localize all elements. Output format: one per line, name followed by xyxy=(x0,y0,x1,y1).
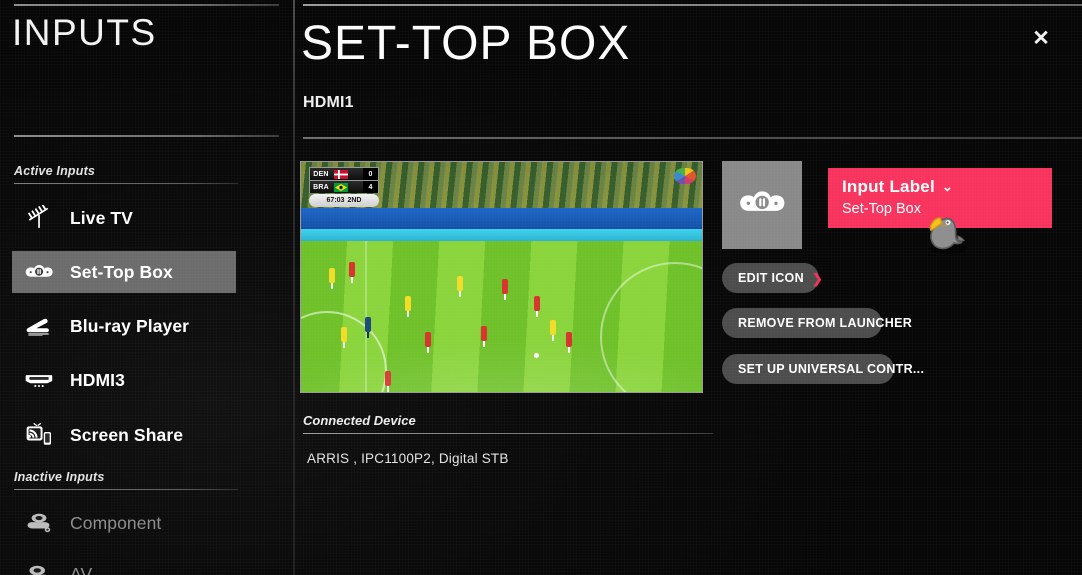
input-label-dropdown[interactable]: Input Label ⌄ Set-Top Box xyxy=(828,168,1052,228)
main-top-divider xyxy=(303,4,1082,6)
team-score: 0 xyxy=(363,168,378,180)
player xyxy=(501,279,508,294)
broadcaster-logo-icon xyxy=(674,168,696,184)
match-clock: 67:03 xyxy=(326,197,345,204)
sidebar-item-label: Set-Top Box xyxy=(70,261,173,282)
sidebar-top-divider xyxy=(14,4,279,6)
scoreboard: DEN 0 BRA 4 67:03 2ND xyxy=(309,167,379,207)
match-period: 2ND xyxy=(347,197,362,204)
player xyxy=(565,331,572,347)
antenna-icon xyxy=(24,205,54,231)
sidebar-item-screen-share[interactable]: Screen Share xyxy=(12,414,236,456)
sidebar-item-set-top-box[interactable]: Set-Top Box xyxy=(12,251,236,293)
denmark-flag-icon xyxy=(334,169,348,179)
sidebar-item-hdmi3[interactable]: HDMI3 xyxy=(12,359,236,401)
page-subtitle: HDMI1 xyxy=(303,94,354,111)
player xyxy=(405,295,412,311)
input-icon-tile[interactable] xyxy=(722,161,802,249)
connected-device-divider xyxy=(303,433,713,434)
player xyxy=(533,295,540,311)
inputs-settings-screen: INPUTS Active Inputs Live TV Set-Top Box… xyxy=(0,0,1082,575)
team-code: BRA xyxy=(313,183,329,191)
set-up-universal-control-button[interactable]: SET UP UNIVERSAL CONTR... xyxy=(722,354,924,384)
connected-device-value: ARRIS , IPC1100P2, Digital STB xyxy=(307,451,509,466)
sidebar-middle-divider xyxy=(14,135,279,137)
button-label: REMOVE FROM LAUNCHER xyxy=(738,316,913,330)
sidebar-item-av[interactable]: AV xyxy=(12,553,236,575)
scoreboard-clock: 67:03 2ND xyxy=(309,194,379,207)
hdmi-port-icon xyxy=(24,367,54,393)
player xyxy=(425,331,432,347)
input-label-title: Input Label xyxy=(842,177,935,196)
page-title: SET-TOP BOX xyxy=(301,17,631,70)
close-icon[interactable]: ✕ xyxy=(1027,24,1055,52)
sidebar-item-component[interactable]: Component xyxy=(12,502,236,544)
scoreboard-row-team2: BRA 4 xyxy=(309,180,379,193)
input-label-value: Set-Top Box xyxy=(842,201,921,217)
inactive-inputs-heading: Inactive Inputs xyxy=(14,470,105,484)
sidebar-item-label: Screen Share xyxy=(70,424,184,445)
chevron-right-icon: ❯ xyxy=(811,270,823,286)
football-pitch xyxy=(301,241,702,392)
referee xyxy=(365,316,372,332)
sidebar-item-label: AV xyxy=(70,563,93,575)
sidebar-item-blu-ray-player[interactable]: Blu-ray Player xyxy=(12,305,236,347)
chevron-down-icon: ⌄ xyxy=(941,179,953,194)
component-cable-icon xyxy=(24,510,54,536)
live-video-preview[interactable]: DEN 0 BRA 4 67:03 2ND xyxy=(300,161,703,393)
sidebar-item-label: Blu-ray Player xyxy=(70,315,190,336)
scoreboard-row-team1: DEN 0 xyxy=(309,167,379,180)
player xyxy=(349,262,356,278)
sidebar-item-live-tv[interactable]: Live TV xyxy=(12,197,236,239)
sidebar-item-label: Live TV xyxy=(70,207,133,228)
active-inputs-divider xyxy=(14,183,238,184)
edit-icon-button[interactable]: EDIT ICON ❯ xyxy=(722,263,823,293)
inactive-inputs-divider xyxy=(14,489,238,490)
connected-device-heading: Connected Device xyxy=(303,413,416,428)
sidebar: INPUTS Active Inputs Live TV Set-Top Box… xyxy=(0,0,293,575)
football xyxy=(533,352,539,358)
main-content: SET-TOP BOX HDMI1 ✕ DEN 0 BRA 4 67:03 2N… xyxy=(295,0,1082,575)
av-cable-icon xyxy=(24,561,54,575)
brazil-flag-icon xyxy=(334,182,348,192)
team-code: DEN xyxy=(313,170,329,178)
screen-share-icon xyxy=(24,422,54,448)
button-label: EDIT ICON xyxy=(738,271,804,285)
player xyxy=(329,268,336,284)
player xyxy=(341,327,348,343)
pitch-line xyxy=(365,241,368,392)
player xyxy=(481,325,488,341)
sidebar-item-label: HDMI3 xyxy=(70,369,125,390)
active-inputs-heading: Active Inputs xyxy=(14,164,96,178)
sidebar-item-label: Component xyxy=(70,512,162,533)
player xyxy=(385,370,392,386)
pitch-arc-right xyxy=(600,262,702,392)
set-top-box-icon xyxy=(24,259,54,285)
button-label: SET UP UNIVERSAL CONTR... xyxy=(738,362,925,376)
player xyxy=(457,275,464,291)
pitch-arc-left xyxy=(301,310,387,392)
advertising-board-lower xyxy=(301,228,702,242)
sidebar-title: INPUTS xyxy=(12,12,157,53)
remove-from-launcher-button[interactable]: REMOVE FROM LAUNCHER xyxy=(722,308,912,338)
advertising-board xyxy=(301,208,702,229)
player xyxy=(549,319,556,335)
blu-ray-icon xyxy=(24,313,54,339)
team-score: 4 xyxy=(363,181,378,193)
main-middle-divider xyxy=(303,137,1082,139)
set-top-box-icon xyxy=(736,187,788,224)
input-label-title-row: Input Label ⌄ xyxy=(842,177,1038,197)
